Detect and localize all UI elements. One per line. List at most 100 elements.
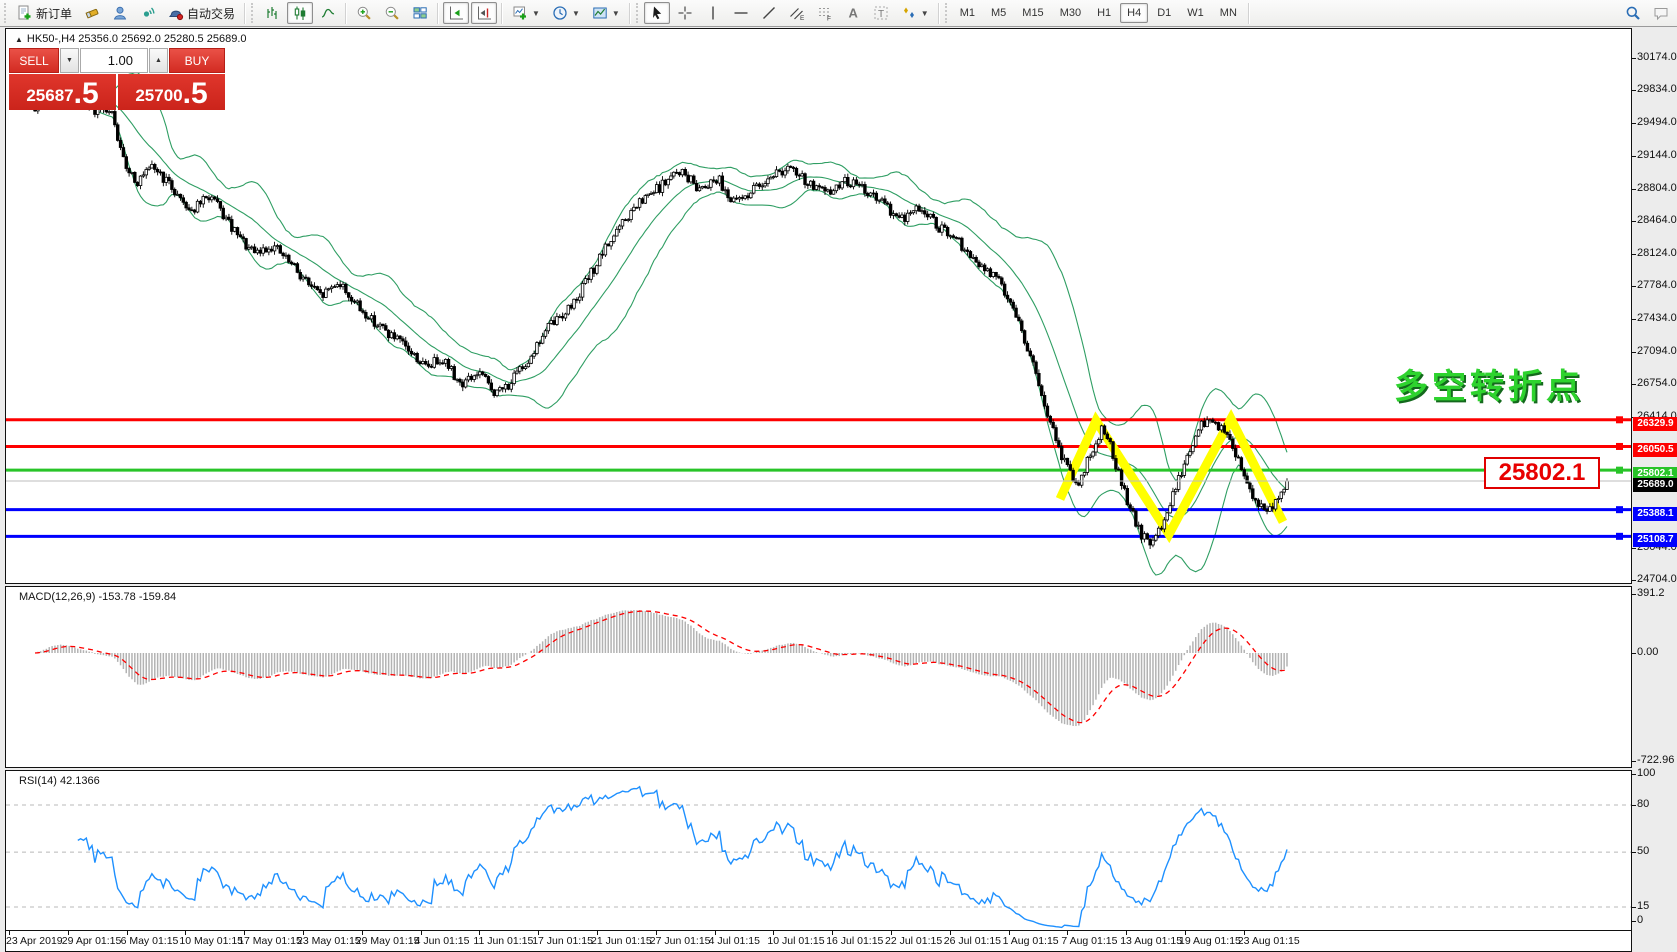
zoom-in-button[interactable] — [351, 2, 377, 24]
timeframe-h4[interactable]: H4 — [1120, 3, 1148, 23]
bar-chart-button[interactable] — [259, 2, 285, 24]
date-axis-label: 17 Jun 01:15 — [532, 935, 593, 947]
trendline-button[interactable] — [756, 2, 782, 24]
timeframe-m30[interactable]: M30 — [1053, 3, 1088, 23]
arrows-icon — [901, 5, 917, 21]
price-axis-label: 30174.0 — [1637, 51, 1677, 63]
price-axis-label: 24704.0 — [1637, 573, 1677, 585]
line-chart-icon — [320, 5, 336, 21]
signals-button[interactable] — [135, 2, 161, 24]
date-axis-label: 23 May 01:15 — [297, 935, 361, 947]
new-chart-caret[interactable]: ▼ — [532, 9, 540, 18]
candlestick-chart-canvas[interactable] — [6, 29, 1631, 583]
volume-input[interactable]: 1.00 — [80, 48, 148, 73]
search-icon — [1625, 5, 1641, 21]
auto-scroll-icon — [448, 5, 464, 21]
trendline-icon — [761, 5, 777, 21]
market-icon — [112, 5, 128, 21]
new-order-button[interactable]: 新订单 — [12, 2, 77, 25]
chat-button[interactable] — [1648, 2, 1674, 24]
toolbar: 新订单 自动交易 — [0, 0, 1677, 27]
rsi-pane[interactable]: RSI(14) 42.1366 — [5, 770, 1632, 931]
price-axis[interactable]: 30174.029834.029494.029144.028804.028464… — [1633, 28, 1677, 584]
chart-shift-icon — [476, 5, 492, 21]
templates-button[interactable]: ▼ — [587, 2, 625, 24]
chinese-annotation: 多空转折点 — [1394, 359, 1584, 408]
volume-down-button[interactable]: ▼ — [60, 48, 79, 73]
market-button[interactable] — [107, 2, 133, 24]
signals-icon — [140, 5, 156, 21]
equidistant-channel-button[interactable]: E — [784, 2, 810, 24]
date-axis-label: 19 Aug 01:15 — [1179, 935, 1241, 947]
clock-icon — [552, 5, 568, 21]
periodicity-button[interactable]: ▼ — [547, 2, 585, 24]
macd-axis-label: -722.96 — [1637, 754, 1674, 766]
horizontal-line-button[interactable] — [728, 2, 754, 24]
date-axis-label: 29 May 01:15 — [356, 935, 420, 947]
timeframe-mn[interactable]: MN — [1213, 3, 1244, 23]
vertical-line-icon — [705, 5, 721, 21]
templates-caret[interactable]: ▼ — [612, 9, 620, 18]
macd-pane[interactable]: MACD(12,26,9) -153.78 -159.84 — [5, 586, 1632, 768]
periodicity-caret[interactable]: ▼ — [572, 9, 580, 18]
search-button[interactable] — [1620, 2, 1646, 24]
tile-windows-button[interactable] — [407, 2, 433, 24]
new-chart-button[interactable]: ▼ — [507, 2, 545, 24]
price-axis-label: 27784.0 — [1637, 279, 1677, 291]
autotrading-icon — [168, 5, 184, 21]
chart-title: ▲ HK50-,H4 25356.0 25692.0 25280.5 25689… — [15, 33, 247, 45]
arrows-button[interactable]: ▼ — [896, 2, 934, 24]
timeframe-d1[interactable]: D1 — [1150, 3, 1178, 23]
fibonacci-button[interactable]: F — [812, 2, 838, 24]
timeframe-h1[interactable]: H1 — [1090, 3, 1118, 23]
text-button[interactable]: A — [840, 2, 866, 24]
buy-button[interactable]: BUY — [169, 48, 225, 73]
text-label-button[interactable]: T — [868, 2, 894, 24]
chart-title-text: HK50-,H4 25356.0 25692.0 25280.5 25689.0 — [27, 33, 247, 45]
timeframe-w1[interactable]: W1 — [1180, 3, 1211, 23]
date-axis-label: 27 Jun 01:15 — [650, 935, 711, 947]
date-axis-label: 29 Apr 01:15 — [62, 935, 122, 947]
sell-price-display[interactable]: 25687 .5 — [9, 74, 116, 110]
candlestick-chart-button[interactable] — [287, 2, 313, 24]
price-axis-label: 28804.0 — [1637, 182, 1677, 194]
arrows-caret[interactable]: ▼ — [921, 9, 929, 18]
date-axis-label: 4 Jul 01:15 — [709, 935, 760, 947]
auto-scroll-button[interactable] — [443, 2, 469, 24]
zoom-out-button[interactable] — [379, 2, 405, 24]
timeframe-m15[interactable]: M15 — [1015, 3, 1050, 23]
chart-shift-button[interactable] — [471, 2, 497, 24]
date-axis-label: 21 Jun 01:15 — [591, 935, 652, 947]
price-tag: 25108.7 — [1633, 533, 1677, 547]
line-chart-button[interactable] — [315, 2, 341, 24]
timeframe-m1[interactable]: M1 — [953, 3, 982, 23]
main-chart[interactable]: ▲ HK50-,H4 25356.0 25692.0 25280.5 25689… — [5, 28, 1632, 584]
timeframe-m5[interactable]: M5 — [984, 3, 1013, 23]
new-chart-icon — [512, 5, 528, 21]
date-axis-label: 17 May 01:15 — [238, 935, 302, 947]
cursor-button[interactable] — [644, 2, 670, 24]
toolbar-grip — [4, 3, 9, 23]
rsi-axis[interactable]: 1008050150 — [1633, 770, 1677, 931]
date-axis-label: 10 May 01:15 — [179, 935, 243, 947]
price-callout-box: 25802.1 — [1484, 457, 1600, 489]
autotrading-button[interactable]: 自动交易 — [163, 2, 240, 25]
chat-icon — [1653, 5, 1669, 21]
volume-up-button[interactable]: ▲ — [149, 48, 168, 73]
metaeditor-button[interactable] — [79, 2, 105, 24]
date-axis-label: 11 Jun 01:15 — [473, 935, 533, 947]
collapse-panel-arrow[interactable]: ▲ — [15, 35, 23, 44]
crosshair-button[interactable] — [672, 2, 698, 24]
price-axis-label: 28124.0 — [1637, 247, 1677, 259]
date-axis-label: 6 May 01:15 — [121, 935, 179, 947]
sell-button[interactable]: SELL — [9, 48, 59, 73]
buy-price-display[interactable]: 25700 .5 — [118, 74, 225, 110]
macd-axis[interactable]: 391.20.00-722.96 — [1633, 586, 1677, 768]
date-axis[interactable]: 23 Apr 201929 Apr 01:156 May 01:1510 May… — [5, 931, 1632, 952]
vertical-line-button[interactable] — [700, 2, 726, 24]
candlestick-chart-icon — [292, 5, 308, 21]
price-axis-label: 29494.0 — [1637, 116, 1677, 128]
date-axis-label: 23 Aug 01:15 — [1238, 935, 1300, 947]
price-tag: 26050.5 — [1633, 443, 1677, 457]
rsi-axis-label: 80 — [1637, 798, 1649, 810]
